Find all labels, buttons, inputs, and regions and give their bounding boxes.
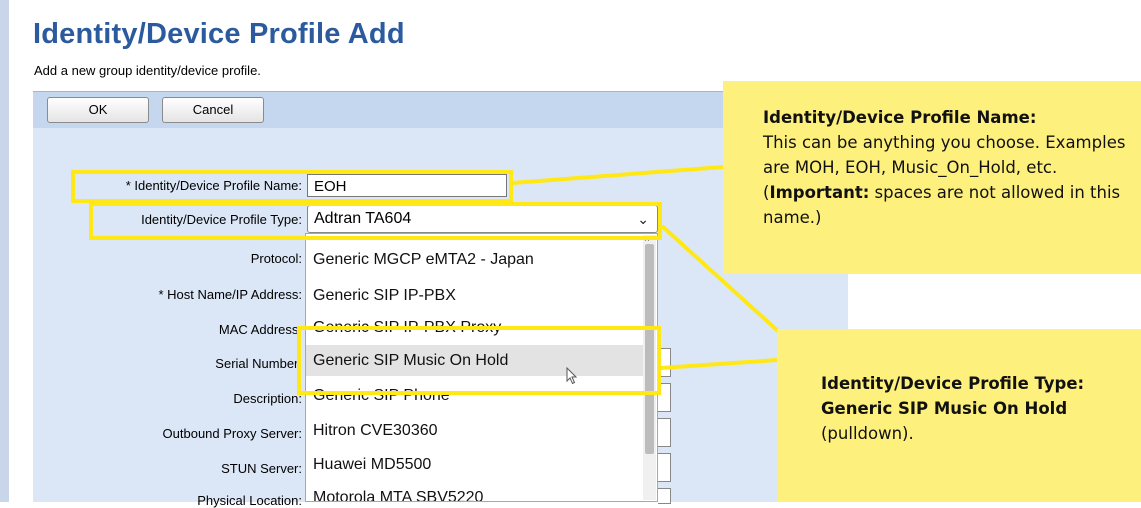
- name-connector-line: [511, 165, 724, 185]
- option-connector-line: [660, 358, 778, 370]
- profile-type-callout: Identity/Device Profile Type: Generic SI…: [777, 329, 1141, 502]
- callout-important: Important:: [769, 183, 870, 202]
- callout-name-heading: Identity/Device Profile Name:: [763, 108, 1037, 127]
- profile-name-callout: Identity/Device Profile Name: This can b…: [723, 81, 1141, 274]
- callout-type-text: (pulldown).: [821, 424, 914, 443]
- callout-type-heading: Identity/Device Profile Type: Generic SI…: [821, 374, 1085, 418]
